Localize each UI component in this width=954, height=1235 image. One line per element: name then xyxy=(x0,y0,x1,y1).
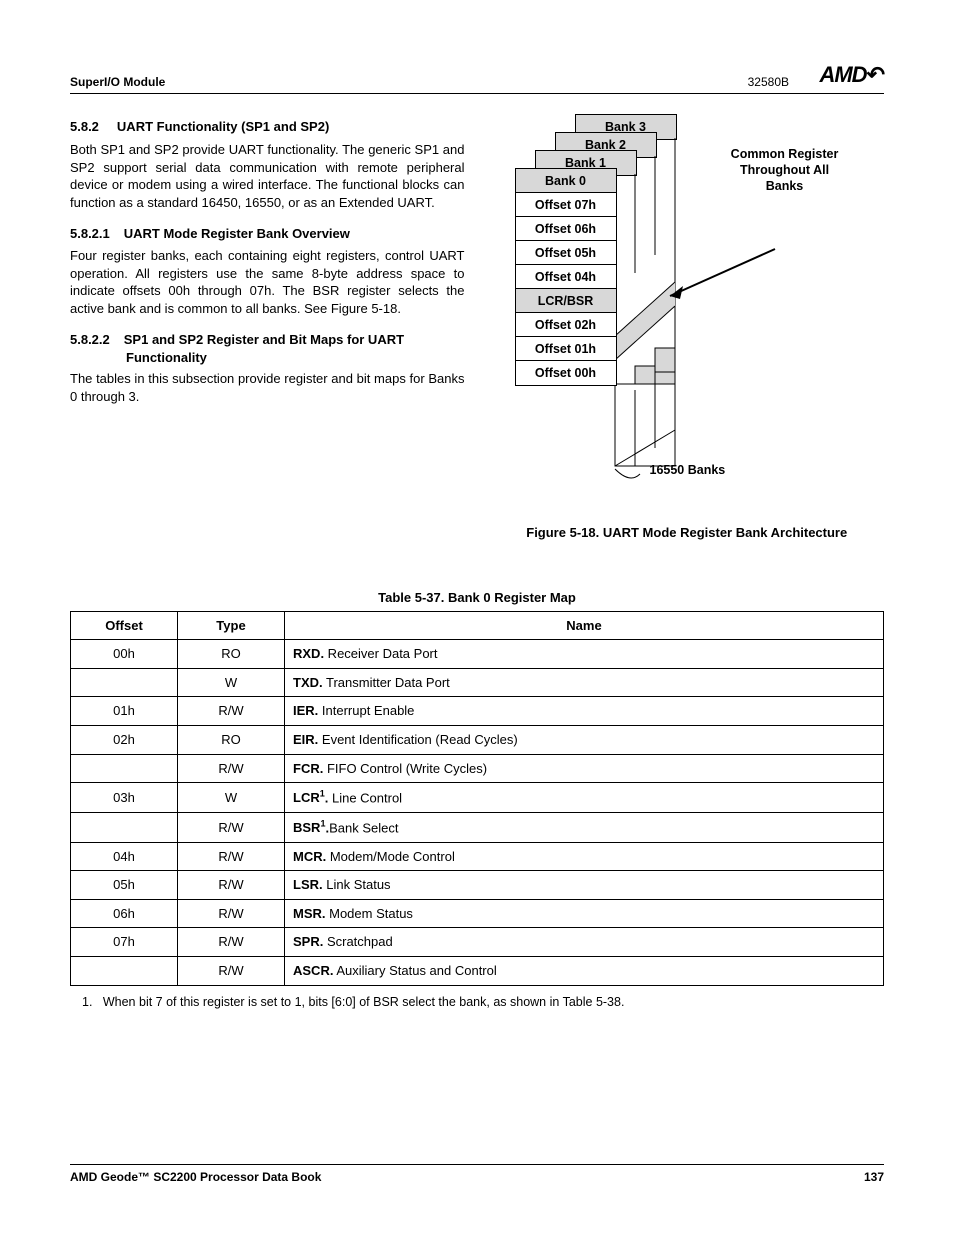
subsection-2-heading: 5.8.2.2 SP1 and SP2 Register and Bit Maps… xyxy=(70,331,465,349)
bank-diagram: Bank 3 Bank 2 Bank 1 xyxy=(500,114,840,514)
offset06-cell: Offset 06h xyxy=(515,216,617,242)
cell-type: R/W xyxy=(178,842,285,871)
subsection-1-heading: 5.8.2.1 UART Mode Register Bank Overview xyxy=(70,225,465,243)
cell-offset xyxy=(71,668,178,697)
table-row: 00hRORXD. Receiver Data Port xyxy=(71,640,884,669)
footer-page: 137 xyxy=(864,1169,884,1185)
table-footnote: 1. When bit 7 of this register is set to… xyxy=(82,994,884,1011)
table-row: 07hR/WSPR. Scratchpad xyxy=(71,928,884,957)
table-row: 05hR/WLSR. Link Status xyxy=(71,871,884,900)
section-heading: 5.8.2 UART Functionality (SP1 and SP2) xyxy=(70,118,465,136)
register-map-table: Offset Type Name 00hRORXD. Receiver Data… xyxy=(70,611,884,986)
cell-name: BSR1.Bank Select xyxy=(285,812,884,842)
offset04-cell: Offset 04h xyxy=(515,264,617,290)
left-column: 5.8.2 UART Functionality (SP1 and SP2) Bo… xyxy=(70,114,465,572)
table-row: 04hR/WMCR. Modem/Mode Control xyxy=(71,842,884,871)
cell-type: R/W xyxy=(178,812,285,842)
cell-type: R/W xyxy=(178,957,285,986)
amd-logo: AMD↶ xyxy=(819,60,884,90)
cell-offset: 04h xyxy=(71,842,178,871)
cell-name: FCR. FIFO Control (Write Cycles) xyxy=(285,754,884,783)
table-row: R/WASCR. Auxiliary Status and Control xyxy=(71,957,884,986)
cell-type: RO xyxy=(178,640,285,669)
offset01-cell: Offset 01h xyxy=(515,336,617,362)
cell-type: R/W xyxy=(178,899,285,928)
cell-offset: 06h xyxy=(71,899,178,928)
cell-type: W xyxy=(178,783,285,813)
right-column: Bank 3 Bank 2 Bank 1 xyxy=(490,114,885,572)
col-offset: Offset xyxy=(71,611,178,640)
cell-offset: 00h xyxy=(71,640,178,669)
subsection-1-title: UART Mode Register Bank Overview xyxy=(124,226,350,241)
offset07-cell: Offset 07h xyxy=(515,192,617,218)
cell-offset: 03h xyxy=(71,783,178,813)
footnote-number: 1. xyxy=(82,995,92,1009)
two-column-layout: 5.8.2 UART Functionality (SP1 and SP2) Bo… xyxy=(70,114,884,572)
section-title: UART Functionality (SP1 and SP2) xyxy=(117,119,329,134)
table-row: R/WFCR. FIFO Control (Write Cycles) xyxy=(71,754,884,783)
cell-type: R/W xyxy=(178,871,285,900)
table-row: 06hR/WMSR. Modem Status xyxy=(71,899,884,928)
footnote-text: When bit 7 of this register is set to 1,… xyxy=(103,995,625,1009)
cell-type: W xyxy=(178,668,285,697)
cell-offset: 07h xyxy=(71,928,178,957)
cell-name: LCR1. Line Control xyxy=(285,783,884,813)
offset02-cell: Offset 02h xyxy=(515,312,617,338)
table-row: WTXD. Transmitter Data Port xyxy=(71,668,884,697)
section-paragraph: Both SP1 and SP2 provide UART functional… xyxy=(70,141,465,211)
subsection-1-number: 5.8.2.1 xyxy=(70,226,110,241)
cell-name: SPR. Scratchpad xyxy=(285,928,884,957)
cell-name: EIR. Event Identification (Read Cycles) xyxy=(285,725,884,754)
header-docnum: 32580B xyxy=(748,74,789,90)
cell-name: MCR. Modem/Mode Control xyxy=(285,842,884,871)
header-module: SuperI/O Module xyxy=(70,74,165,90)
offset05-cell: Offset 05h xyxy=(515,240,617,266)
col-name: Name xyxy=(285,611,884,640)
cell-name: RXD. Receiver Data Port xyxy=(285,640,884,669)
page-footer: AMD Geode™ SC2200 Processor Data Book 13… xyxy=(70,1164,884,1185)
cell-offset: 05h xyxy=(71,871,178,900)
table-row: R/WBSR1.Bank Select xyxy=(71,812,884,842)
cell-name: LSR. Link Status xyxy=(285,871,884,900)
table-row: 03hWLCR1. Line Control xyxy=(71,783,884,813)
footer-left: AMD Geode™ SC2200 Processor Data Book xyxy=(70,1169,321,1185)
banks-label: 16550 Banks xyxy=(650,462,726,479)
lcrbsr-cell: LCR/BSR xyxy=(515,288,617,314)
subsection-2-number: 5.8.2.2 xyxy=(70,332,110,347)
cell-offset xyxy=(71,957,178,986)
subsection-2-title-line2: Functionality xyxy=(70,349,465,367)
cell-name: IER. Interrupt Enable xyxy=(285,697,884,726)
section-number: 5.8.2 xyxy=(70,119,99,134)
cell-name: ASCR. Auxiliary Status and Control xyxy=(285,957,884,986)
cell-offset: 02h xyxy=(71,725,178,754)
cell-type: RO xyxy=(178,725,285,754)
cell-offset xyxy=(71,754,178,783)
cell-offset: 01h xyxy=(71,697,178,726)
figure-caption: Figure 5-18. UART Mode Register Bank Arc… xyxy=(490,524,885,542)
page-header: SuperI/O Module 32580B AMD↶ xyxy=(70,60,884,94)
col-type: Type xyxy=(178,611,285,640)
common-register-label: Common Register Throughout All Banks xyxy=(725,146,845,195)
table-caption: Table 5-37. Bank 0 Register Map xyxy=(70,589,884,607)
subsection-1-paragraph: Four register banks, each containing eig… xyxy=(70,247,465,317)
table-body: 00hRORXD. Receiver Data PortWTXD. Transm… xyxy=(71,640,884,985)
subsection-2-paragraph: The tables in this subsection provide re… xyxy=(70,370,465,405)
subsection-2-title-line1: SP1 and SP2 Register and Bit Maps for UA… xyxy=(124,332,404,347)
table-row: 02hROEIR. Event Identification (Read Cyc… xyxy=(71,725,884,754)
cell-type: R/W xyxy=(178,928,285,957)
cell-type: R/W xyxy=(178,697,285,726)
cell-name: MSR. Modem Status xyxy=(285,899,884,928)
bank0-cell: Bank 0 xyxy=(515,168,617,194)
table-row: 01hR/WIER. Interrupt Enable xyxy=(71,697,884,726)
cell-type: R/W xyxy=(178,754,285,783)
offset00-cell: Offset 00h xyxy=(515,360,617,386)
cell-offset xyxy=(71,812,178,842)
cell-name: TXD. Transmitter Data Port xyxy=(285,668,884,697)
